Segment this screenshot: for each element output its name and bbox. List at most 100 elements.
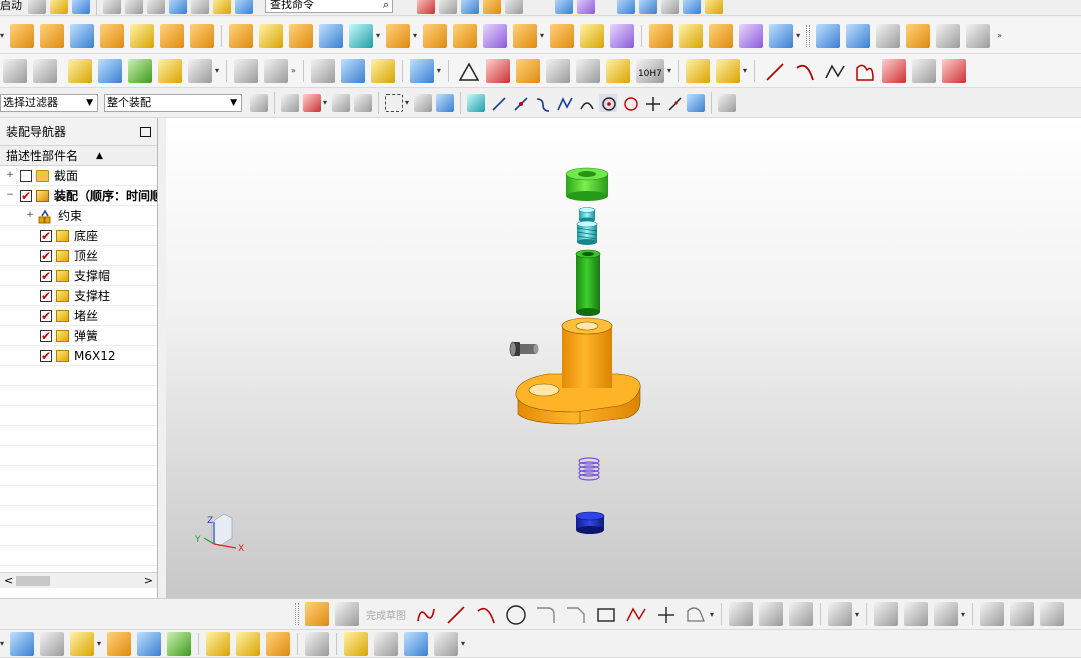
visibility-checkbox[interactable]	[20, 186, 32, 205]
existing-point-icon[interactable]	[643, 94, 661, 112]
support-cap-part[interactable]	[565, 167, 609, 201]
shade-icon[interactable]	[461, 0, 479, 14]
point-on-curve-icon[interactable]	[621, 94, 639, 112]
visibility-checkbox[interactable]	[40, 326, 52, 345]
rapid-dimension-icon[interactable]	[904, 602, 929, 626]
bolt-m6x12-part[interactable]	[509, 341, 539, 357]
edge-blend-icon[interactable]	[453, 23, 478, 48]
arc-tool-icon[interactable]	[473, 602, 497, 626]
quick-extend-icon[interactable]	[759, 602, 784, 626]
base-part[interactable]	[515, 317, 641, 425]
show-constraints-icon[interactable]	[167, 631, 192, 656]
expand-icon[interactable]: +	[26, 211, 34, 220]
type-filter-dropdown[interactable]: 选择过滤器 ▼	[0, 93, 98, 112]
scroll-right-icon[interactable]: >	[144, 573, 153, 589]
assembly-clearance-icon[interactable]	[434, 631, 459, 656]
finish-sketch-icon[interactable]	[335, 602, 359, 626]
triangle-icon[interactable]	[456, 59, 480, 83]
hole-icon[interactable]	[100, 23, 125, 48]
set-screw-part[interactable]	[576, 207, 598, 246]
view-triad-icon[interactable]	[683, 0, 701, 14]
visibility-checkbox[interactable]	[40, 246, 52, 265]
scroll-left-icon[interactable]: <	[4, 573, 13, 589]
point-tool-icon[interactable]	[653, 602, 677, 626]
mirror-icon[interactable]	[319, 23, 344, 48]
add-existing-component-icon[interactable]	[70, 631, 95, 656]
select-solid-icon[interactable]	[436, 93, 455, 112]
intersect-curve-icon[interactable]	[941, 58, 966, 83]
dimension-icon[interactable]	[605, 58, 630, 83]
fit-tolerance-icon[interactable]: 10H7	[635, 58, 664, 83]
snap-view-icon[interactable]	[555, 0, 573, 14]
draft-icon[interactable]	[386, 23, 411, 48]
measure-icon[interactable]	[439, 0, 457, 14]
pattern-icon[interactable]	[259, 23, 284, 48]
new-file-icon[interactable]	[28, 0, 46, 14]
mirror-curve-icon[interactable]	[828, 602, 853, 626]
text-icon[interactable]	[188, 58, 212, 83]
tree-node-sections[interactable]: + 截面	[0, 166, 157, 186]
start-menu-label[interactable]: 启动	[0, 0, 22, 13]
profile-icon[interactable]	[852, 59, 876, 83]
quick-trim-icon[interactable]	[729, 602, 754, 626]
offset-icon[interactable]	[513, 23, 538, 48]
layer-settings-icon[interactable]	[639, 0, 657, 14]
visibility-checkbox[interactable]	[40, 306, 52, 325]
tree-node-part[interactable]: 顶丝	[0, 246, 157, 266]
intersection-point-icon[interactable]	[555, 94, 573, 112]
curve-on-surface-icon[interactable]	[234, 58, 259, 83]
parts-list-icon[interactable]	[545, 58, 570, 83]
point-on-face-icon[interactable]	[665, 94, 683, 112]
paste-icon[interactable]	[147, 0, 165, 14]
delete-face-icon[interactable]	[679, 23, 704, 48]
line-tool-icon[interactable]	[443, 602, 467, 626]
n-sided-icon[interactable]	[906, 23, 931, 48]
profile-tool-icon[interactable]	[413, 602, 437, 626]
support-column-part[interactable]	[575, 249, 601, 316]
trim-body-icon[interactable]	[550, 23, 575, 48]
layer-icon[interactable]	[617, 0, 635, 14]
select-component-icon[interactable]	[250, 93, 268, 112]
snap-settings-icon[interactable]	[687, 93, 706, 112]
offset-curve-icon[interactable]	[911, 58, 936, 83]
assembly-cut-icon[interactable]	[404, 631, 429, 656]
sketch-evaluate-icon[interactable]	[980, 602, 1005, 626]
through-curves-icon[interactable]	[846, 23, 871, 48]
save-icon[interactable]	[72, 0, 90, 14]
background-icon[interactable]	[505, 0, 523, 14]
boss-icon[interactable]	[130, 23, 155, 48]
redo-icon[interactable]	[191, 0, 209, 14]
sketch-icon[interactable]	[10, 23, 35, 48]
end-point-icon[interactable]	[489, 94, 507, 112]
tree-node-assembly[interactable]: − 装配（顺序：时间顺序）	[0, 186, 157, 206]
chamfer-icon[interactable]	[483, 23, 508, 48]
general-select-icon[interactable]	[281, 93, 299, 112]
render-icon[interactable]	[483, 0, 501, 14]
array-icon[interactable]	[289, 23, 314, 48]
tree-node-part[interactable]: 堵丝	[0, 306, 157, 326]
resize-face-icon[interactable]	[769, 23, 794, 48]
plug-part[interactable]	[575, 511, 605, 534]
finish-sketch-button[interactable]: 完成草图	[366, 607, 406, 622]
pad-icon[interactable]	[190, 23, 215, 48]
isoparametric-icon[interactable]	[264, 58, 289, 83]
select-body-icon[interactable]	[414, 93, 433, 112]
move-face-icon[interactable]	[709, 23, 734, 48]
undo-icon[interactable]	[169, 0, 187, 14]
sketch-task-icon[interactable]	[305, 602, 329, 626]
tree-node-part[interactable]: M6X12	[0, 346, 157, 366]
auto-constraint-icon[interactable]	[934, 602, 959, 626]
assembly-layers-icon[interactable]	[3, 58, 27, 83]
revolve-icon[interactable]	[70, 23, 95, 48]
grid-plus-icon[interactable]	[515, 58, 540, 83]
tree-node-part[interactable]: 支撑柱	[0, 286, 157, 306]
mid-point-icon[interactable]	[511, 94, 529, 112]
rectangle-select-icon[interactable]	[385, 93, 404, 112]
help-icon[interactable]	[705, 0, 723, 14]
component-array-icon[interactable]	[236, 631, 261, 656]
expand-icon[interactable]: +	[6, 171, 14, 180]
offset-curve-tool-icon[interactable]	[683, 602, 707, 626]
assembly-sequence-icon[interactable]	[305, 631, 330, 656]
gear-tool-icon[interactable]	[409, 58, 434, 83]
snap-point-icon[interactable]	[467, 93, 486, 112]
